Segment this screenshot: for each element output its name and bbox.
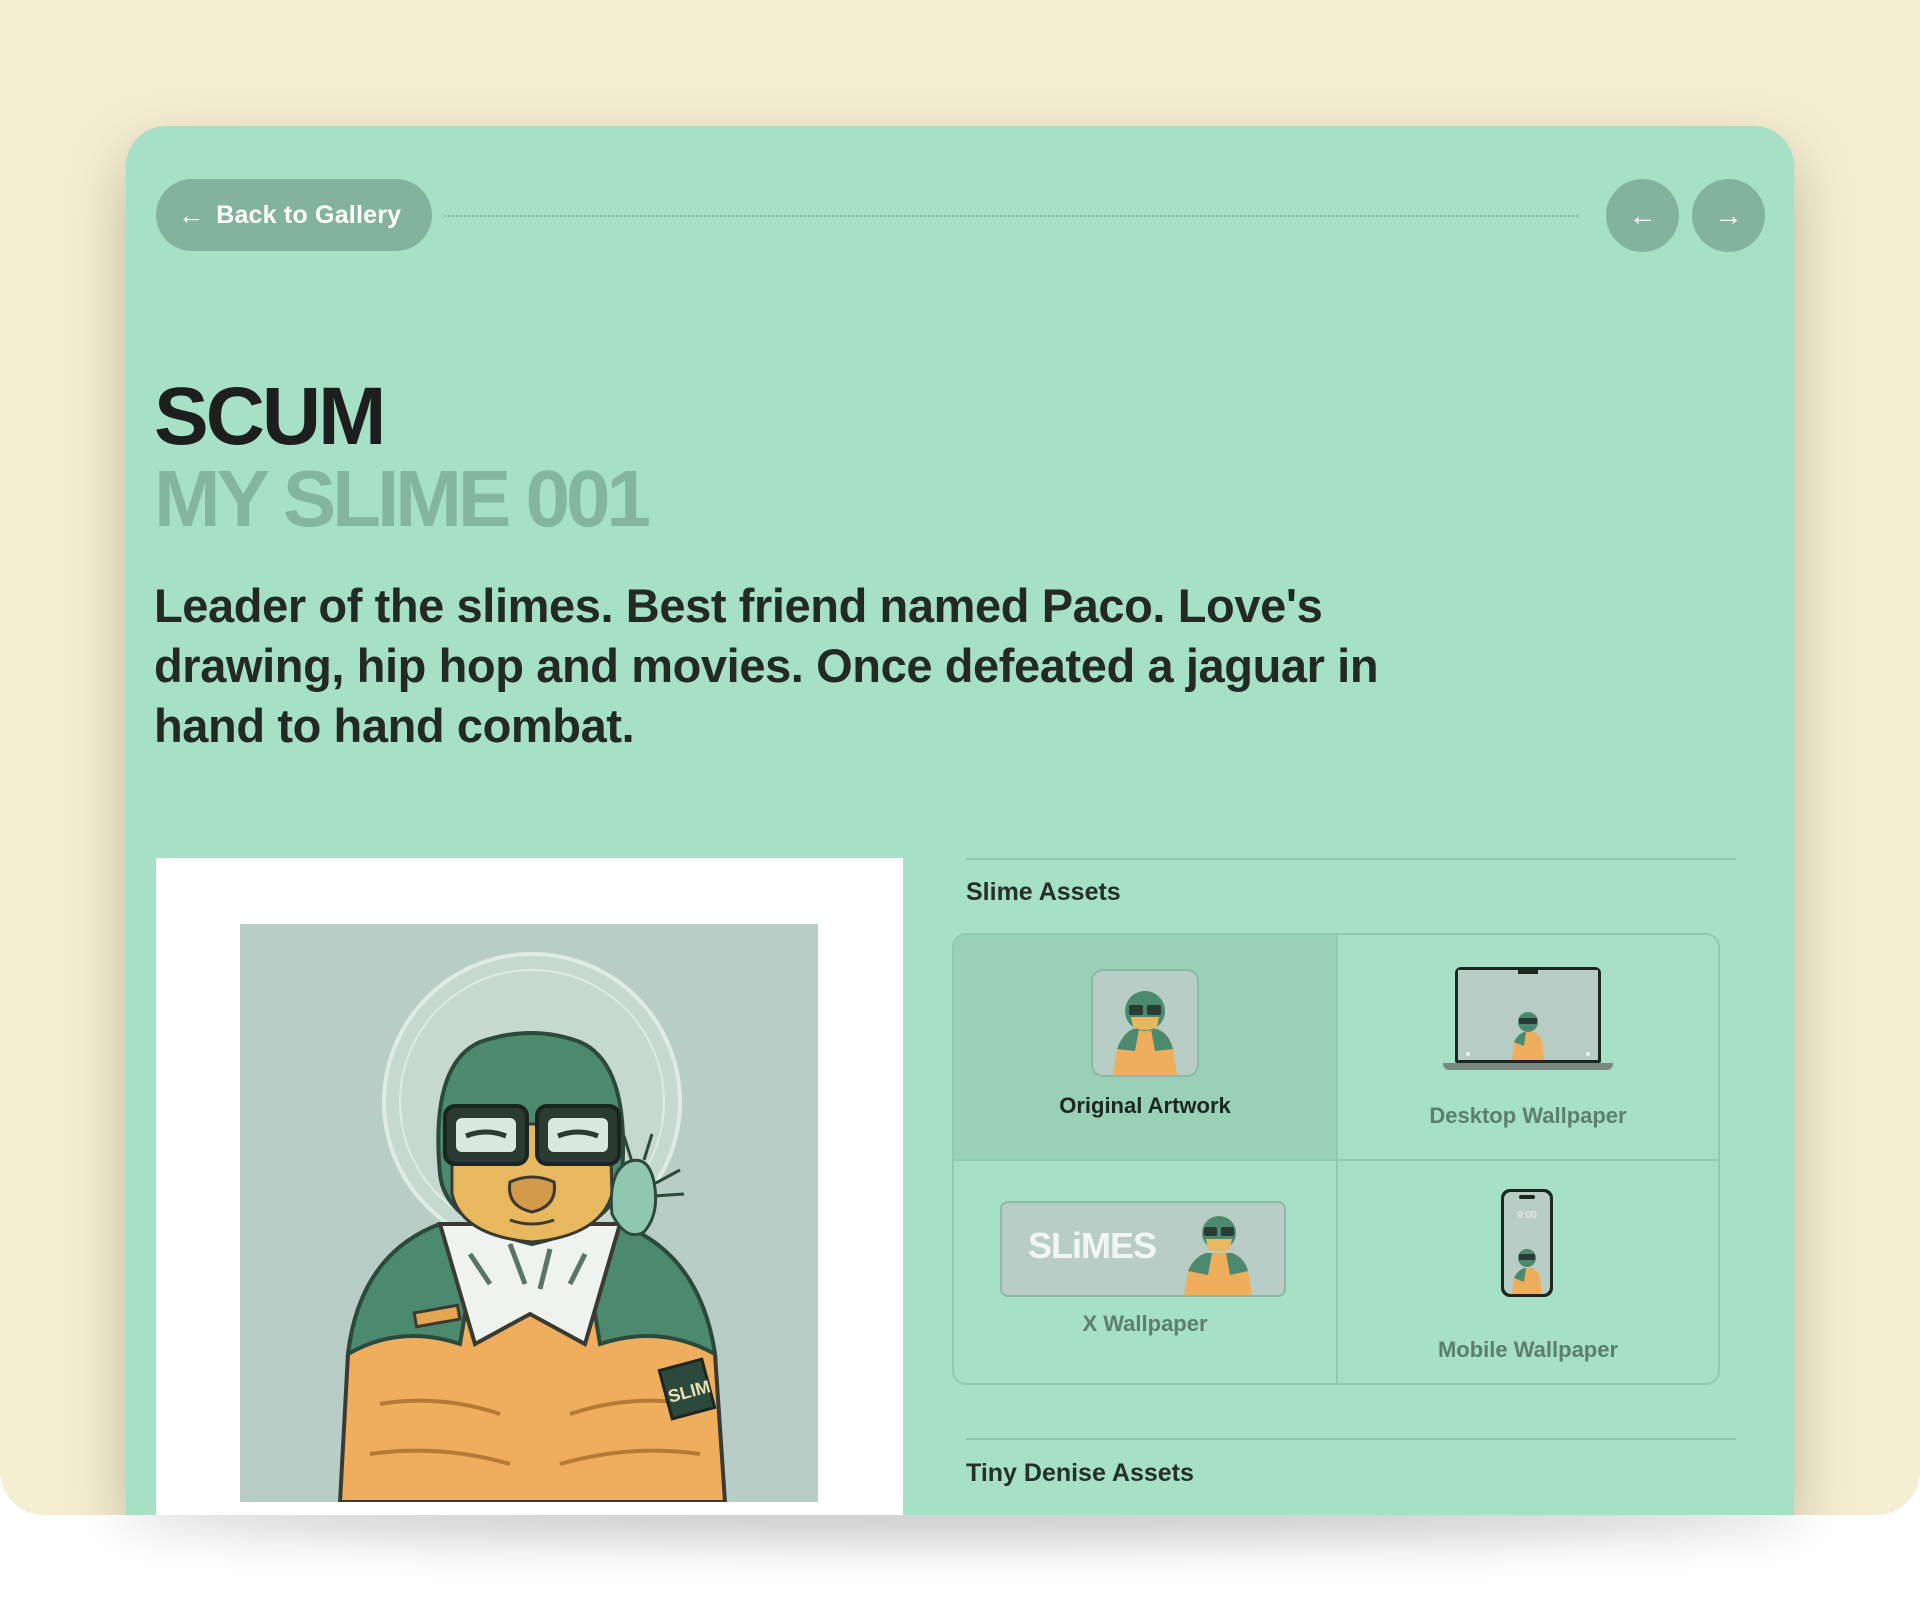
original-artwork-thumbnail (1091, 969, 1199, 1077)
page-background: ← Back to Gallery ← → SCUM MY SLIME 001 … (0, 0, 1920, 1515)
character-title: SCUM (154, 371, 386, 462)
artwork-frame: SLIM (156, 858, 903, 1515)
desktop-wallpaper-preview (1458, 970, 1598, 1060)
tiny-denise-assets-title: Tiny Denise Assets (966, 1459, 1194, 1487)
laptop-base-icon (1443, 1063, 1613, 1070)
slime-thumbnail-illustration (1113, 991, 1177, 1075)
x-banner-thumbnail: SLiMES (1000, 1201, 1286, 1297)
laptop-screen-icon (1455, 967, 1601, 1063)
tiny-denise-assets-divider (966, 1438, 1736, 1440)
x-banner-logo-text: SLiMES (1028, 1225, 1157, 1266)
back-to-gallery-button[interactable]: ← Back to Gallery (156, 179, 432, 251)
phone-icon: 9:00 (1501, 1189, 1553, 1297)
next-button[interactable]: → (1692, 179, 1765, 252)
asset-label-x-wallpaper: X Wallpaper (1082, 1311, 1208, 1336)
arrow-left-icon: ← (1628, 199, 1657, 231)
slime-character-illustration: SLIM (337, 952, 728, 1502)
character-description: Leader of the slimes. Best friend named … (154, 579, 1379, 752)
character-card: ← Back to Gallery ← → SCUM MY SLIME 001 … (126, 126, 1794, 1515)
mobile-wallpaper-preview: 9:00 (1504, 1192, 1550, 1294)
x-banner-slime-illustration (1184, 1216, 1252, 1295)
arrow-left-icon: ← (178, 200, 205, 230)
slime-assets-grid: Original Artwork Desktop Wallpaper SLiME… (952, 933, 1720, 1385)
asset-label-original-artwork: Original Artwork (1059, 1093, 1231, 1118)
asset-mobile-wallpaper[interactable]: 9:00 Mobile Wallpaper (1336, 1159, 1718, 1383)
arrow-right-icon: → (1714, 199, 1743, 231)
asset-label-mobile-wallpaper: Mobile Wallpaper (1437, 1337, 1619, 1362)
character-subtitle: MY SLIME 001 (154, 454, 651, 543)
previous-button[interactable]: ← (1606, 179, 1679, 252)
artwork-image[interactable]: SLIM (240, 924, 818, 1502)
asset-x-wallpaper[interactable]: SLiMES X Wallpaper (954, 1159, 1336, 1383)
phone-time-text: 9:00 (1517, 1210, 1537, 1221)
asset-original-artwork[interactable]: Original Artwork (954, 935, 1336, 1159)
dotted-divider (444, 215, 1578, 217)
asset-label-desktop-wallpaper: Desktop Wallpaper (1429, 1103, 1627, 1128)
asset-desktop-wallpaper[interactable]: Desktop Wallpaper (1336, 935, 1718, 1159)
back-to-gallery-label: Back to Gallery (216, 200, 402, 229)
slime-assets-title: Slime Assets (966, 878, 1121, 906)
slime-assets-divider (966, 858, 1736, 860)
